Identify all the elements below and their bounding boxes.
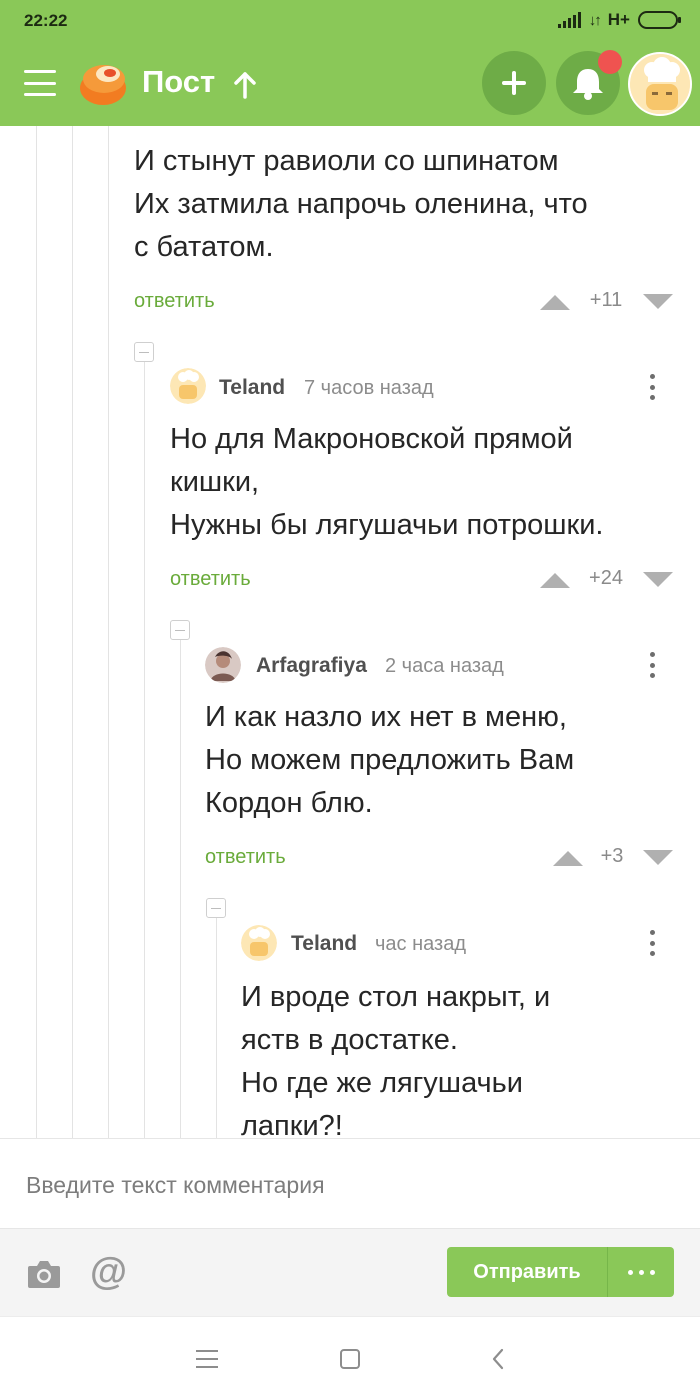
status-bar: 22:22 ↓↑ H+ [0, 0, 700, 44]
upvote-icon[interactable] [538, 292, 572, 312]
comment-score: +11 [589, 289, 623, 311]
notification-badge [598, 50, 622, 74]
composer-toolbar: @ Отправить [0, 1228, 700, 1316]
comment-time: 2 часа назад [385, 655, 504, 677]
comment-text: И как назло их нет в меню, Но можем пред… [205, 701, 575, 819]
comment-score: +24 [589, 567, 623, 589]
comment-time: 7 часов назад [304, 377, 434, 399]
comment-composer [0, 1138, 700, 1228]
downvote-icon[interactable] [641, 570, 675, 590]
thread-line [180, 640, 181, 1138]
page-title: Пост [142, 64, 216, 99]
collapse-toggle[interactable] [170, 620, 190, 640]
thread-line [36, 126, 37, 1138]
arrow-up-icon[interactable] [232, 70, 258, 100]
downvote-icon[interactable] [641, 292, 675, 312]
more-options-icon[interactable] [642, 371, 662, 403]
chef-avatar-icon [630, 54, 690, 114]
reply-link[interactable]: ответить [134, 290, 215, 313]
comment-author[interactable]: Teland [219, 376, 285, 400]
app-bar: Пост [0, 44, 700, 126]
home-icon[interactable] [340, 1349, 360, 1369]
reply-link[interactable]: ответить [170, 568, 251, 591]
comment-score: +3 [600, 845, 624, 867]
add-post-button[interactable] [482, 51, 546, 115]
network-type: H+ [607, 10, 630, 29]
comment-avatar[interactable] [170, 368, 206, 404]
recents-icon[interactable] [196, 1350, 218, 1368]
comment-author[interactable]: Teland [291, 932, 357, 956]
user-avatar[interactable] [628, 52, 692, 116]
reply-link[interactable]: ответить [205, 846, 286, 869]
upvote-icon[interactable] [538, 570, 572, 590]
comment-thread[interactable]: И стынут равиоли со шпинатом Их затмила … [0, 126, 700, 1138]
camera-icon[interactable] [26, 1259, 62, 1289]
comment-time: час назад [375, 933, 467, 955]
menu-icon[interactable] [24, 70, 56, 96]
more-dots-icon[interactable] [607, 1247, 674, 1297]
status-time: 22:22 [24, 11, 68, 30]
thread-line [108, 126, 109, 1138]
collapse-toggle[interactable] [206, 898, 226, 918]
battery-icon [638, 11, 681, 29]
comment-text: Но для Макроновской прямой кишки, Нужны … [170, 423, 604, 541]
more-options-icon[interactable] [642, 649, 662, 681]
mention-icon[interactable]: @ [90, 1251, 127, 1294]
comment-text: И вроде стол накрыт, и яств в достатке. … [241, 981, 551, 1138]
data-arrows-icon: ↓↑ [588, 11, 602, 29]
pikabu-logo-icon[interactable] [78, 58, 128, 108]
comment-avatar[interactable] [241, 925, 277, 961]
thread-line [144, 362, 145, 1138]
comment-input[interactable] [26, 1169, 666, 1201]
thread-line [216, 918, 217, 1138]
more-options-icon[interactable] [642, 927, 662, 959]
collapse-toggle[interactable] [134, 342, 154, 362]
back-icon[interactable] [490, 1347, 506, 1371]
comment-avatar[interactable] [205, 647, 241, 683]
status-icons: ↓↑ H+ [557, 10, 681, 30]
comment-author[interactable]: Arfagrafiya [256, 654, 367, 678]
comment-text: И стынут равиоли со шпинатом Их затмила … [134, 145, 588, 263]
thread-line [72, 126, 73, 1138]
chef-avatar-icon [170, 368, 206, 404]
upvote-icon[interactable] [551, 848, 585, 868]
chef-avatar-icon [241, 925, 277, 961]
send-button[interactable]: Отправить [447, 1247, 607, 1297]
downvote-icon[interactable] [641, 848, 675, 868]
system-nav-bar [0, 1316, 700, 1400]
user-photo-icon [205, 647, 241, 683]
signal-icon [557, 12, 581, 28]
